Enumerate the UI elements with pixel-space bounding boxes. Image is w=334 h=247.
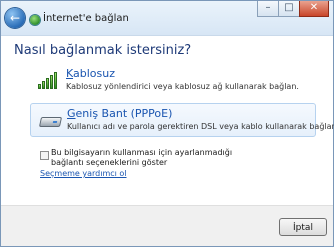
title-bar: ← İnternet'e bağlan – □ ✕	[1, 1, 333, 36]
show-unconfigured-checkbox[interactable]	[40, 151, 49, 160]
broadband-modem-icon	[38, 111, 63, 129]
wireless-option-description: Kablosuz yönlendirici veya kablosuz ağ k…	[66, 82, 299, 91]
cancel-button[interactable]: İptal	[279, 218, 327, 236]
broadband-option-description: Kullanıcı adı ve parola gerektiren DSL v…	[67, 122, 334, 131]
connect-wizard-window: ← İnternet'e bağlan – □ ✕ Nasıl bağlanma…	[0, 0, 334, 247]
show-unconfigured-label[interactable]: Bu bilgisayarın kullanması için ayarlanm…	[51, 148, 251, 168]
close-button[interactable]: ✕	[299, 1, 329, 17]
footer-bar: İptal	[1, 205, 333, 246]
maximize-button[interactable]: □	[278, 1, 300, 17]
caption-buttons: – □ ✕	[257, 1, 329, 19]
wireless-option[interactable]: Kablosuz Kablosuz yönlendirici veya kabl…	[30, 64, 316, 98]
page-heading: Nasıl bağlanmak istersiniz?	[14, 43, 192, 58]
window-title: İnternet'e bağlan	[43, 13, 129, 24]
network-globe-icon	[30, 15, 40, 25]
back-arrow-icon[interactable]: ←	[5, 8, 25, 28]
minimize-button[interactable]: –	[257, 1, 279, 17]
help-link[interactable]: Seçmeme yardımcı ol	[40, 169, 127, 178]
broadband-option-title: Geniş Bant (PPPoE)	[67, 107, 173, 120]
broadband-option[interactable]: Geniş Bant (PPPoE) Kullanıcı adı ve paro…	[30, 103, 334, 137]
wireless-option-title: Kablosuz	[66, 67, 116, 80]
signal-bars-icon	[38, 71, 60, 89]
